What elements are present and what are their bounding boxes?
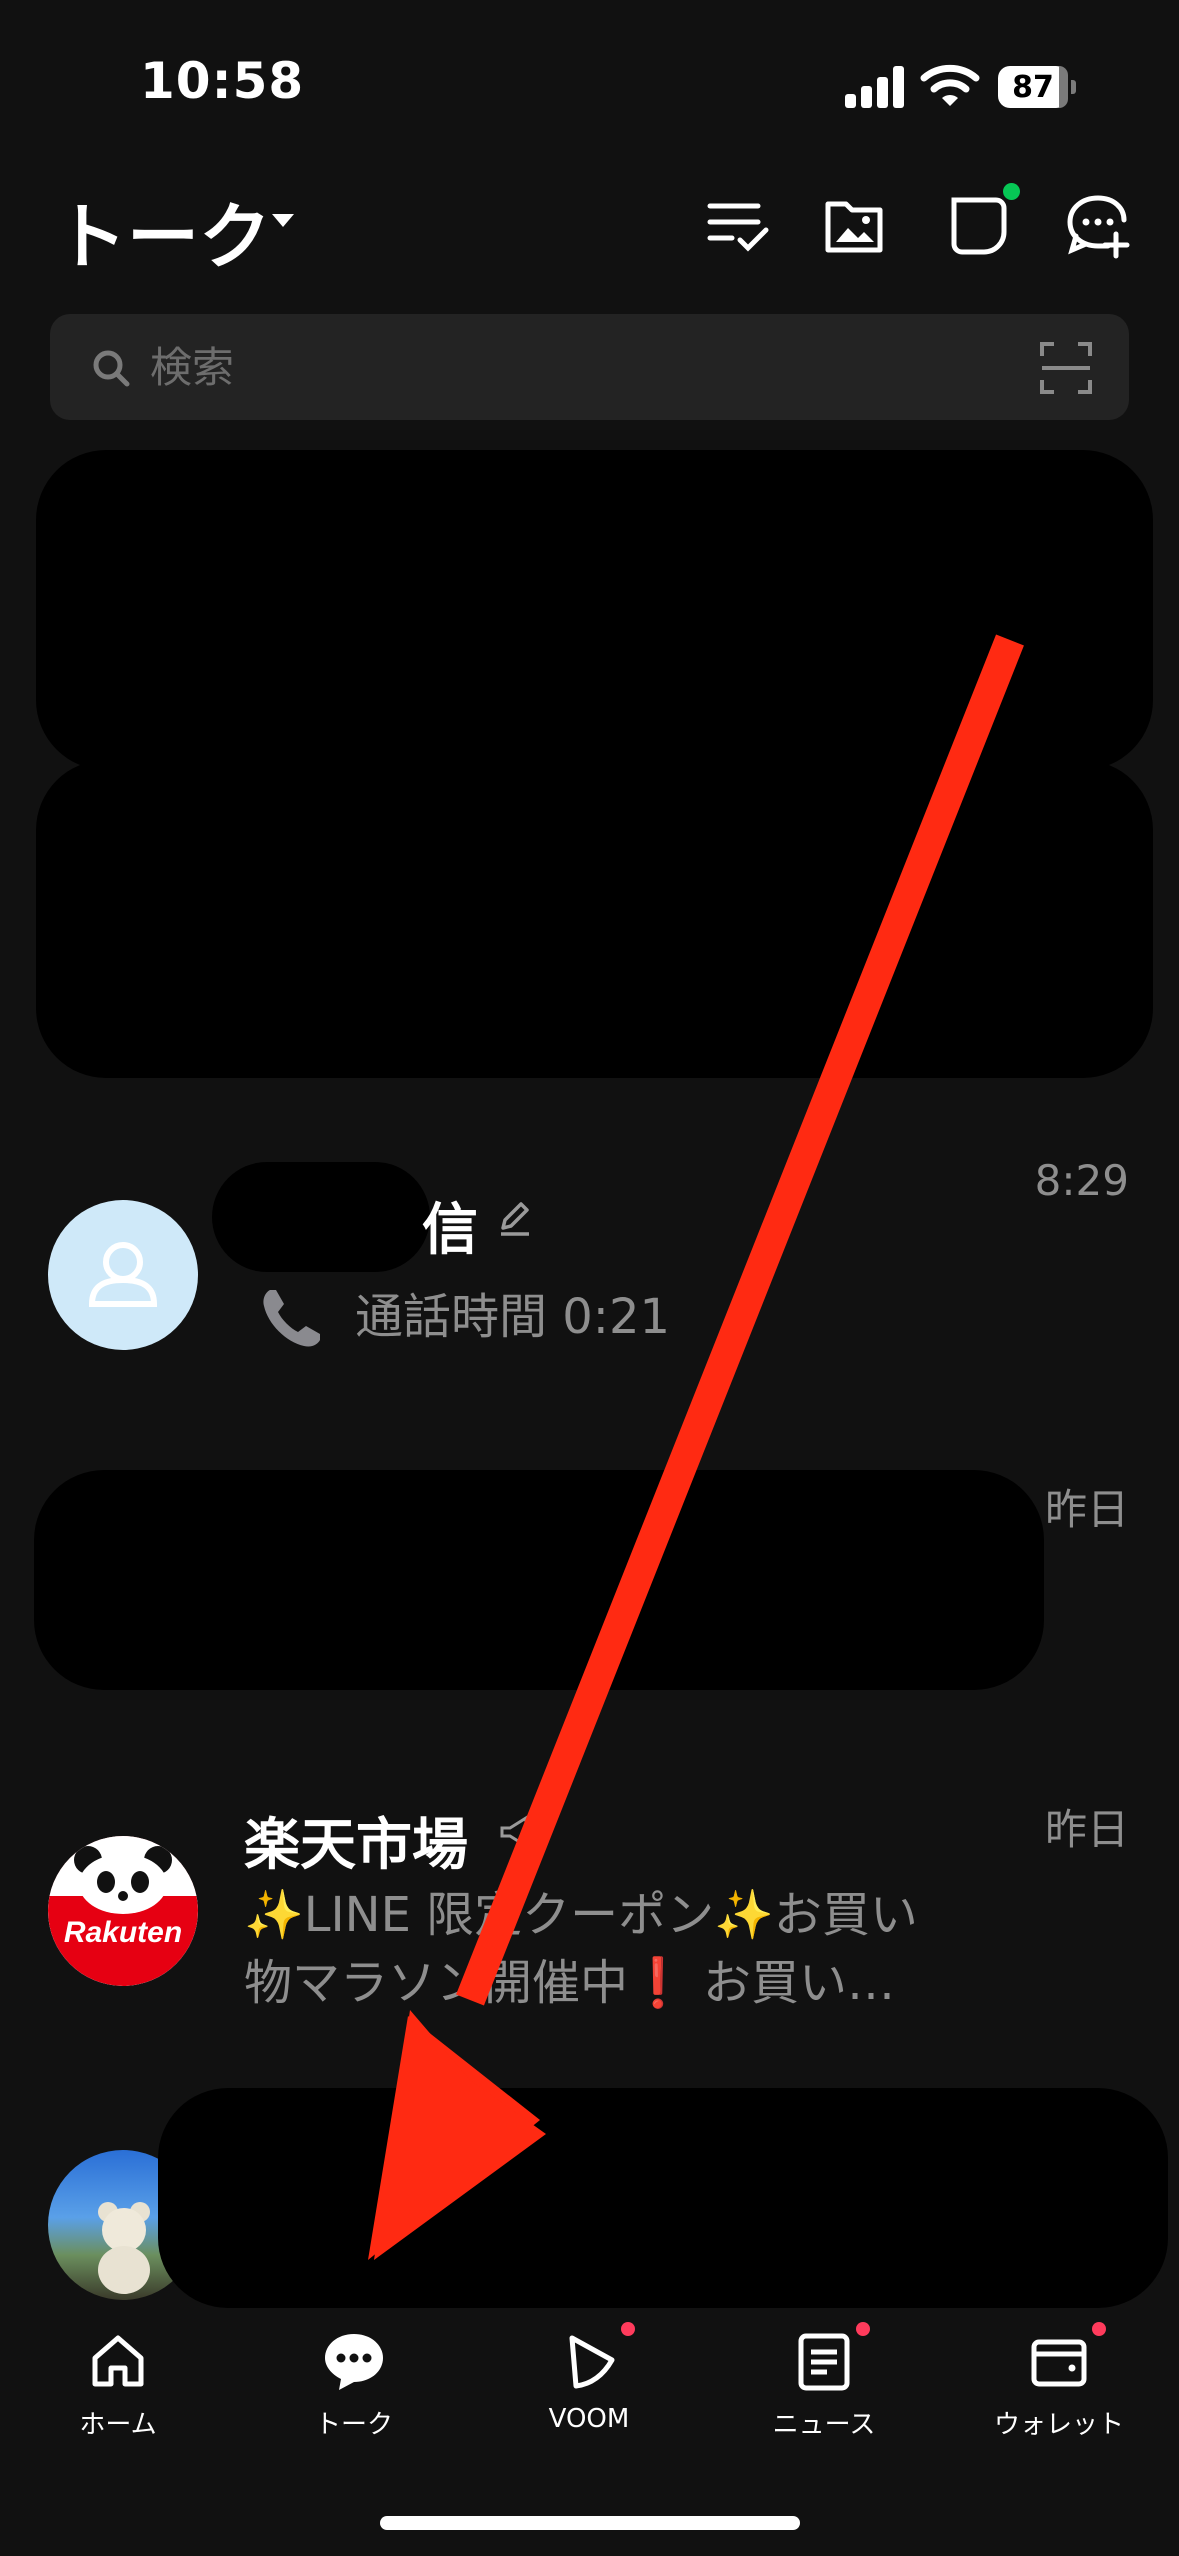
redacted-chat-row: [158, 2088, 1168, 2308]
status-time: 10:58: [140, 52, 305, 110]
tab-wallet[interactable]: ウォレット: [964, 2320, 1154, 2460]
wallet-icon: [1031, 2339, 1087, 2387]
chat-time: 昨日: [1044, 1805, 1129, 1854]
chat-time: 昨日: [1044, 1485, 1129, 1534]
tab-voom-label: VOOM: [548, 2404, 630, 2434]
last-message-line-1: ✨LINE 限定クーポン✨お買い: [244, 1887, 918, 1943]
tab-talk-label: トーク: [314, 2410, 393, 2440]
redacted-chat-row: [36, 760, 1153, 1078]
voom-play-icon: [569, 2335, 615, 2389]
home-icon: [92, 2335, 144, 2387]
phone-icon: [256, 1284, 326, 1354]
avatar: [48, 1200, 198, 1350]
tab-voom[interactable]: VOOM: [494, 2320, 684, 2460]
tab-wallet-label: ウォレット: [993, 2410, 1124, 2440]
redacted-name: [212, 1162, 430, 1272]
chat-name: 信: [422, 1198, 478, 1263]
search-icon: [90, 347, 132, 389]
wifi-icon: [920, 62, 980, 108]
title-dropdown-caret-icon[interactable]: [272, 214, 294, 227]
megaphone-icon: [496, 1812, 536, 1852]
tab-home-label: ホーム: [79, 2410, 157, 2440]
home-indicator: [380, 2516, 800, 2530]
tab-talk[interactable]: トーク: [259, 2320, 449, 2460]
tab-news[interactable]: ニュース: [729, 2320, 919, 2460]
last-message-line-2: 物マラソン開催中❗ お買い…: [244, 1955, 896, 2011]
redacted-chat-row: [34, 1470, 1044, 1690]
default-person-icon: [88, 1242, 158, 1307]
last-message: 通話時間 0:21: [355, 1289, 671, 1345]
news-badge-dot: [856, 2322, 870, 2336]
cellular-signal-icon: [845, 66, 905, 108]
qr-scan-icon[interactable]: [1040, 342, 1092, 394]
new-indicator-dot: [1003, 183, 1020, 200]
rakuten-logo: Rakuten: [48, 1836, 198, 1986]
news-icon: [798, 2333, 850, 2391]
new-chat-icon[interactable]: [1062, 190, 1134, 262]
rakuten-logo-text: Rakuten: [63, 1916, 183, 1949]
battery-icon: 87: [998, 66, 1076, 108]
pencil-icon: [495, 1198, 535, 1238]
talk-bubble-icon: [325, 2334, 383, 2390]
tab-home[interactable]: ホーム: [23, 2320, 213, 2460]
tab-news-label: ニュース: [772, 2410, 876, 2440]
edit-list-icon[interactable]: [702, 190, 774, 262]
wallet-badge-dot: [1092, 2322, 1106, 2336]
page-title[interactable]: トーク: [55, 178, 271, 283]
search-input[interactable]: [148, 330, 1012, 404]
openchat-icon[interactable]: [940, 190, 1012, 262]
redacted-chat-row: [36, 450, 1153, 770]
chat-time: 8:29: [1034, 1156, 1129, 1205]
album-folder-icon[interactable]: [818, 190, 890, 262]
battery-level: 87: [1012, 69, 1054, 105]
voom-badge-dot: [621, 2322, 635, 2336]
chat-name: 楽天市場: [244, 1813, 468, 1878]
